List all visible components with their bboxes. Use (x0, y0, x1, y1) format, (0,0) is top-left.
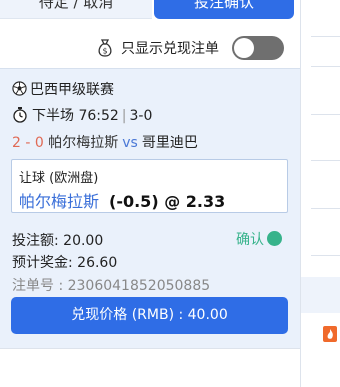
bet-card: 巴西甲级联赛 下半场 76:52 | 3-0 2 - 0 帕尔梅拉斯 vs 哥里迪巴 让… (0, 68, 300, 348)
bet-slip-panel: 待定 / 取消 投注确认 $ 只显示兑现注单 巴西甲级联赛 下半场 76:52 … (0, 0, 300, 387)
svg-text:$: $ (102, 47, 107, 56)
vs-label: vs (122, 135, 138, 151)
soccer-ball-icon (12, 81, 27, 96)
selection-odds: (-0.5) @ 2.33 (109, 192, 226, 211)
stopwatch-icon (13, 107, 27, 123)
home-team: 帕尔梅拉斯 (48, 135, 119, 151)
stake-amount: 投注额: 20.00 (12, 233, 104, 249)
market-type: 让球 (欧洲盘) (19, 171, 99, 186)
selection-team: 帕尔梅拉斯 (19, 192, 100, 211)
live-score: 3-0 (129, 108, 153, 124)
cashout-filter-toggle[interactable] (232, 36, 284, 60)
bet-status-badge: 确认 (236, 229, 282, 249)
cashout-filter-row: $ 只显示兑现注单 (0, 30, 300, 64)
toggle-knob (234, 38, 254, 58)
tab-pending-cancelled[interactable]: 待定 / 取消 (0, 0, 152, 19)
status-dot-icon (267, 231, 282, 246)
selection-box: 让球 (欧洲盘) 帕尔梅拉斯 (-0.5) @ 2.33 (11, 159, 288, 213)
cashout-button[interactable]: 兑现价格 (RMB) : 40.00 (11, 297, 288, 334)
highlight-band (301, 277, 340, 313)
tab-bet-confirmed[interactable]: 投注确认 (154, 0, 294, 19)
ticket-number: 注单号 : 2306041852050885 (12, 278, 211, 294)
league-name: 巴西甲级联赛 (30, 82, 114, 98)
bet-score: 2 - 0 (12, 135, 44, 151)
selection-line: 帕尔梅拉斯 (-0.5) @ 2.33 (19, 188, 225, 212)
match-time-row: 下半场 76:52 | 3-0 (12, 105, 152, 125)
money-bag-icon: $ (98, 39, 112, 57)
flame-icon (323, 326, 337, 342)
cashout-filter-label: 只显示兑现注单 (121, 41, 219, 57)
estimated-payout: 预计奖金: 26.60 (12, 255, 118, 271)
status-label: 确认 (236, 232, 264, 248)
match-row: 2 - 0 帕尔梅拉斯 vs 哥里迪巴 (12, 132, 198, 152)
away-team: 哥里迪巴 (141, 135, 198, 151)
right-column-fragment (300, 0, 340, 387)
divider (311, 66, 340, 67)
match-period: 下半场 76:52 (32, 108, 119, 124)
league-row: 巴西甲级联赛 (12, 79, 114, 99)
separator: | (121, 108, 127, 124)
divider (311, 114, 340, 115)
divider (311, 255, 340, 256)
divider (311, 36, 340, 37)
panel-footer (0, 348, 300, 387)
divider (311, 208, 340, 209)
divider (311, 160, 340, 161)
tab-strip: 待定 / 取消 投注确认 (0, 0, 300, 20)
